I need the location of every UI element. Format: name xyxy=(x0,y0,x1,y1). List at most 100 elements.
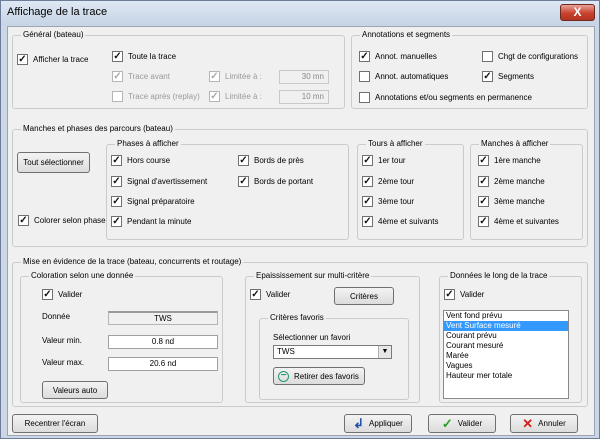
checkbox-label: 2ème tour xyxy=(378,177,415,186)
title-bar[interactable]: Affichage de la trace X xyxy=(1,1,599,25)
checkbox-box[interactable]: ✓ xyxy=(112,51,123,62)
toute-trace-checkbox[interactable]: ✓ Toute la trace xyxy=(112,51,176,62)
checkbox-box[interactable]: ✓ xyxy=(112,71,123,82)
annot-automatiques-checkbox[interactable]: Annot. automatiques xyxy=(359,71,448,82)
checkbox-box[interactable]: ✓ xyxy=(478,196,489,207)
manche-4-checkbox[interactable]: ✓ 4ème et suivantes xyxy=(478,216,559,227)
trace-apres-checkbox[interactable]: Trace après (replay) xyxy=(112,91,200,102)
epaississement-valider-checkbox[interactable]: ✓ Valider xyxy=(250,289,290,300)
checkbox-label: Valider xyxy=(58,290,83,299)
phase-bords-portant-checkbox[interactable]: ✓ Bords de portant xyxy=(238,176,313,187)
checkbox-label: 3ème manche xyxy=(494,197,545,206)
chevron-down-icon[interactable]: ▼ xyxy=(378,346,391,358)
checkbox-box[interactable] xyxy=(359,71,370,82)
list-item[interactable]: Marée xyxy=(444,351,568,361)
donnees-valider-checkbox[interactable]: ✓ Valider xyxy=(444,289,484,300)
button-label: Valider xyxy=(457,419,483,428)
recentrer-button[interactable]: Recentrer l'écran xyxy=(12,414,98,433)
checkbox-label: Toute la trace xyxy=(128,52,177,61)
valeur-min-label: Valeur min. xyxy=(42,336,82,345)
permanence-checkbox[interactable]: Annotations et/ou segments en permanence xyxy=(359,92,532,103)
colorer-phase-checkbox[interactable]: ✓ Colorer selon phase xyxy=(18,215,106,226)
favori-select[interactable]: TWS ▼ xyxy=(273,345,392,359)
tout-selectionner-button[interactable]: Tout sélectionner xyxy=(17,152,90,173)
checkbox-box[interactable] xyxy=(482,51,493,62)
checkbox-box[interactable]: ✓ xyxy=(482,71,493,82)
checkbox-box[interactable]: ✓ xyxy=(238,176,249,187)
coloration-valider-checkbox[interactable]: ✓ Valider xyxy=(42,289,82,300)
list-item[interactable]: Courant mesuré xyxy=(444,341,568,351)
limitee-avant-input[interactable]: 30 mn xyxy=(279,70,329,84)
apply-icon: ↲ xyxy=(353,416,365,431)
list-item[interactable]: Vagues xyxy=(444,361,568,371)
list-item[interactable]: Vent Surface mesuré xyxy=(444,321,568,331)
chgt-config-checkbox[interactable]: Chgt de configurations xyxy=(482,51,578,62)
checkbox-box[interactable]: ✓ xyxy=(111,155,122,166)
manche-3-checkbox[interactable]: ✓ 3ème manche xyxy=(478,196,545,207)
checkbox-box[interactable]: ✓ xyxy=(250,289,261,300)
appliquer-button[interactable]: ↲ Appliquer xyxy=(344,414,412,433)
checkbox-label: Hors course xyxy=(127,156,171,165)
checkbox-box[interactable]: ✓ xyxy=(111,216,122,227)
limitee-apres-input[interactable]: 10 mn xyxy=(279,90,329,104)
checkbox-label: 4ème et suivantes xyxy=(494,217,559,226)
retirer-favoris-button[interactable]: − Retirer des favoris xyxy=(273,367,365,385)
checkbox-box[interactable]: ✓ xyxy=(362,155,373,166)
checkbox-box[interactable]: ✓ xyxy=(478,216,489,227)
valider-button[interactable]: ✓ Valider xyxy=(428,414,496,433)
tour-2-checkbox[interactable]: ✓ 2ème tour xyxy=(362,176,414,187)
close-button[interactable]: X xyxy=(560,4,595,21)
tour-3-checkbox[interactable]: ✓ 3ème tour xyxy=(362,196,414,207)
checkbox-label: Bords de portant xyxy=(254,177,314,186)
limitee-avant-checkbox[interactable]: ✓ Limitée à : xyxy=(209,71,262,82)
checkbox-box[interactable] xyxy=(112,91,123,102)
checkbox-box[interactable]: ✓ xyxy=(359,51,370,62)
manche-2-checkbox[interactable]: ✓ 2ème manche xyxy=(478,176,545,187)
checkbox-box[interactable]: ✓ xyxy=(362,216,373,227)
list-item[interactable]: Vent fond prévu xyxy=(444,311,568,321)
valeur-min-input[interactable]: 0.8 nd xyxy=(108,335,218,349)
phase-preparatoire-checkbox[interactable]: ✓ Signal préparatoire xyxy=(111,196,195,207)
checkbox-label: Trace après (replay) xyxy=(128,92,200,101)
annot-manuelles-checkbox[interactable]: ✓ Annot. manuelles xyxy=(359,51,437,62)
segments-checkbox[interactable]: ✓ Segments xyxy=(482,71,534,82)
phase-avertissement-checkbox[interactable]: ✓ Signal d'avertissement xyxy=(111,176,207,187)
checkbox-label: Valider xyxy=(460,290,485,299)
afficher-trace-checkbox[interactable]: ✓ Afficher la trace xyxy=(17,54,88,65)
tour-4-checkbox[interactable]: ✓ 4ème et suivants xyxy=(362,216,438,227)
phase-minute-checkbox[interactable]: ✓ Pendant la minute xyxy=(111,216,192,227)
manche-1-checkbox[interactable]: ✓ 1ère manche xyxy=(478,155,541,166)
phase-hors-course-checkbox[interactable]: ✓ Hors course xyxy=(111,155,170,166)
tours-group: Tours à afficher ✓ 1er tour ✓ 2ème tour … xyxy=(357,139,464,240)
checkbox-box[interactable]: ✓ xyxy=(17,54,28,65)
checkbox-label: 2ème manche xyxy=(494,177,545,186)
limitee-apres-checkbox[interactable]: ✓ Limitée à : xyxy=(209,91,262,102)
checkbox-box[interactable]: ✓ xyxy=(444,289,455,300)
checkbox-box[interactable]: ✓ xyxy=(478,176,489,187)
annuler-button[interactable]: ✕ Annuler xyxy=(510,414,578,433)
checkbox-box[interactable]: ✓ xyxy=(362,196,373,207)
tour-1-checkbox[interactable]: ✓ 1er tour xyxy=(362,155,406,166)
valeur-max-input[interactable]: 20.6 nd xyxy=(108,357,218,371)
checkbox-box[interactable]: ✓ xyxy=(111,196,122,207)
checkbox-box[interactable] xyxy=(359,92,370,103)
phase-bords-pres-checkbox[interactable]: ✓ Bords de près xyxy=(238,155,304,166)
criteres-button[interactable]: Critères xyxy=(334,287,394,305)
checkbox-box[interactable]: ✓ xyxy=(238,155,249,166)
checkbox-box[interactable]: ✓ xyxy=(362,176,373,187)
checkbox-box[interactable]: ✓ xyxy=(111,176,122,187)
checkbox-box[interactable]: ✓ xyxy=(209,71,220,82)
list-item[interactable]: Hauteur mer totale xyxy=(444,371,568,381)
checkbox-box[interactable]: ✓ xyxy=(42,289,53,300)
donnees-listbox[interactable]: Vent fond prévu Vent Surface mesuré Couran… xyxy=(443,310,569,399)
checkbox-label: 4ème et suivants xyxy=(378,217,439,226)
checkbox-box[interactable]: ✓ xyxy=(478,155,489,166)
checkbox-box[interactable]: ✓ xyxy=(209,91,220,102)
coloration-group: Coloration selon une donnée ✓ Valider Do… xyxy=(20,271,223,403)
trace-avant-checkbox[interactable]: ✓ Trace avant xyxy=(112,71,170,82)
select-favori-label: Sélectionner un favori xyxy=(273,333,351,342)
valeur-max-label: Valeur max. xyxy=(42,358,85,367)
list-item[interactable]: Courant prévu xyxy=(444,331,568,341)
valeurs-auto-button[interactable]: Valeurs auto xyxy=(42,381,108,399)
checkbox-box[interactable]: ✓ xyxy=(18,215,29,226)
